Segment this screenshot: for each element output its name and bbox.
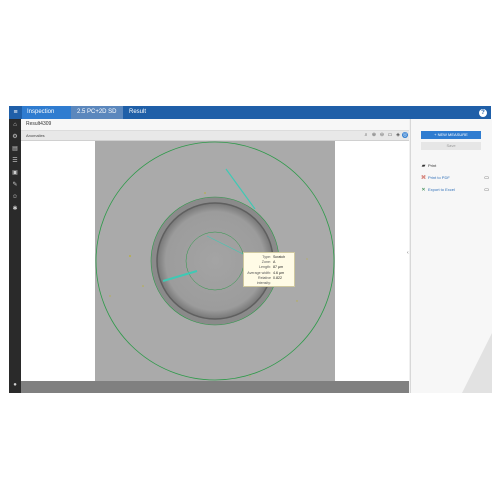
folder-icon[interactable]: ▭ bbox=[484, 175, 489, 181]
fiber-end-image[interactable] bbox=[95, 141, 335, 381]
gear-icon[interactable]: ✱ bbox=[11, 206, 19, 213]
print-pdf-item[interactable]: ⌘ Print to PDF bbox=[421, 175, 450, 181]
printer-icon: ▰ bbox=[421, 163, 426, 169]
zoom-out-icon[interactable]: ⊖ bbox=[379, 132, 385, 138]
sidebar: ⌂ ⚙ ▤ ☰ ▣ ✎ ☺ ✱ ● bbox=[9, 119, 21, 393]
breadcrumb-inspection[interactable]: Inspection bbox=[22, 106, 71, 119]
particle-defect[interactable] bbox=[129, 255, 131, 257]
fiber-image-svg bbox=[95, 141, 335, 381]
fit-icon[interactable]: ▭ bbox=[387, 132, 393, 138]
zoom-in-icon[interactable]: ⊕ bbox=[371, 132, 377, 138]
save-button[interactable]: Save bbox=[421, 142, 481, 150]
inspection-canvas[interactable] bbox=[21, 141, 409, 381]
tools-icon[interactable]: ✎ bbox=[11, 182, 19, 189]
anomalies-label[interactable]: Anomalies bbox=[26, 133, 45, 138]
print-pdf-label: Print to PDF bbox=[428, 175, 450, 180]
book-icon[interactable]: ▤ bbox=[11, 146, 19, 153]
tooltip-key: Relative intensity: bbox=[256, 275, 271, 285]
particle-defect[interactable] bbox=[306, 258, 308, 260]
settings-icon[interactable]: ⚙ bbox=[11, 134, 19, 141]
print-item[interactable]: ▰ Print bbox=[421, 163, 437, 169]
pdf-icon: ⌘ bbox=[421, 175, 426, 181]
view-toolbar: Anomalies ⌕ ⊕ ⊖ ▭ ◈ ◎ bbox=[21, 131, 409, 141]
target-icon[interactable]: ◎ bbox=[402, 132, 408, 138]
breadcrumb-pc[interactable]: 2.5 PC+2D SD bbox=[71, 106, 123, 119]
new-measure-button[interactable]: + NEW MEASURE bbox=[421, 131, 481, 139]
particle-defect[interactable] bbox=[142, 285, 144, 287]
list-icon[interactable]: ☰ bbox=[11, 158, 19, 165]
right-panel: + NEW MEASURE Save ▰ Print ⌘ Print to PDF … bbox=[410, 119, 492, 393]
user-icon[interactable]: ● bbox=[11, 382, 19, 389]
result-header: Result4309 bbox=[21, 119, 409, 131]
zoom-icon[interactable]: ⌕ bbox=[363, 132, 369, 138]
result-title: Result4309 bbox=[26, 121, 52, 127]
help-icon[interactable]: ? bbox=[479, 108, 487, 117]
particle-defect[interactable] bbox=[249, 375, 251, 377]
layers-icon[interactable]: ◈ bbox=[395, 132, 401, 138]
hamburger-icon[interactable]: ≡ bbox=[9, 106, 22, 119]
users-icon[interactable]: ☺ bbox=[11, 194, 19, 201]
export-excel-label: Export to Excel bbox=[428, 187, 455, 192]
top-bar: ≡ Inspection 2.5 PC+2D SD Result ? bbox=[9, 106, 491, 119]
image-icon[interactable]: ▣ bbox=[11, 170, 19, 177]
excel-icon: ✕ bbox=[421, 187, 426, 193]
print-label: Print bbox=[428, 163, 437, 168]
particle-defect[interactable] bbox=[296, 300, 298, 302]
breadcrumb-result[interactable]: Result bbox=[123, 106, 183, 119]
app-window: ≡ Inspection 2.5 PC+2D SD Result ? ⌂ ⚙ ▤… bbox=[9, 106, 492, 393]
panel-decoration bbox=[462, 333, 492, 393]
defect-tooltip: Type: Scratch Zone: A Length: 87 µm Average… bbox=[243, 252, 295, 287]
panel-collapse-icon[interactable]: ‹ bbox=[407, 250, 409, 256]
particle-defect[interactable] bbox=[109, 295, 111, 297]
export-excel-item[interactable]: ✕ Export to Excel bbox=[421, 187, 455, 193]
horizontal-scrollbar[interactable] bbox=[21, 381, 409, 393]
particle-defect[interactable] bbox=[204, 192, 206, 194]
folder-icon[interactable]: ▭ bbox=[484, 187, 489, 193]
home-icon[interactable]: ⌂ bbox=[11, 122, 19, 129]
tooltip-value: 0.822 bbox=[273, 275, 282, 280]
